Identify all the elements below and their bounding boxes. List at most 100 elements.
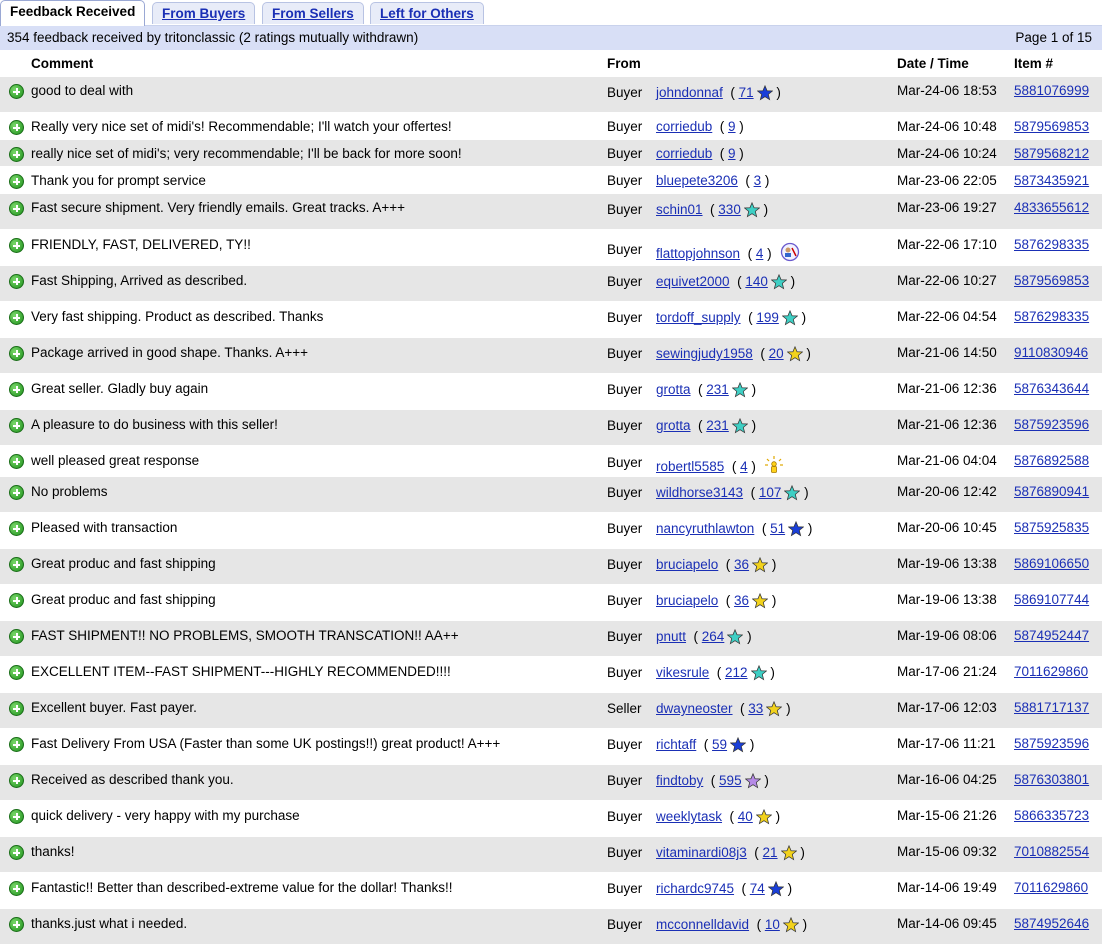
item-number-link[interactable]: 9110830946 (1014, 345, 1088, 360)
feedback-score-link[interactable]: 199 (756, 310, 779, 325)
feedback-star-icon[interactable] (744, 773, 761, 789)
feedback-star-icon[interactable] (743, 202, 760, 218)
feedback-star-icon[interactable] (731, 382, 748, 398)
tab-from-buyers[interactable]: From Buyers (152, 2, 256, 24)
user-link[interactable]: wildhorse3143 (656, 485, 743, 500)
item-number-link[interactable]: 5876343644 (1014, 381, 1089, 396)
feedback-score-link[interactable]: 231 (706, 418, 729, 433)
user-link[interactable]: equivet2000 (656, 274, 730, 289)
user-link[interactable]: grotta (656, 382, 691, 397)
item-number-link[interactable]: 5875923596 (1014, 417, 1089, 432)
feedback-score-link[interactable]: 330 (718, 202, 741, 217)
feedback-star-icon[interactable] (756, 85, 773, 101)
feedback-star-icon[interactable] (770, 274, 787, 290)
feedback-star-icon[interactable] (752, 557, 769, 573)
item-number-link[interactable]: 5875925835 (1014, 520, 1089, 535)
id-icon[interactable] (780, 242, 800, 262)
item-number-link[interactable]: 7011629860 (1014, 664, 1088, 679)
item-number-link[interactable]: 5881076999 (1014, 83, 1089, 98)
item-number-link[interactable]: 5869106650 (1014, 556, 1089, 571)
item-number-link[interactable]: 7011629860 (1014, 880, 1088, 895)
feedback-score-link[interactable]: 74 (750, 881, 765, 896)
item-number-link[interactable]: 5869107744 (1014, 592, 1089, 607)
feedback-score-link[interactable]: 212 (725, 665, 748, 680)
feedback-score-link[interactable]: 71 (739, 85, 754, 100)
user-link[interactable]: vikesrule (656, 665, 709, 680)
item-number-link[interactable]: 5876298335 (1014, 309, 1089, 324)
item-number-link[interactable]: 5874952447 (1014, 628, 1089, 643)
feedback-star-icon[interactable] (788, 521, 805, 537)
tab-feedback-received[interactable]: Feedback Received (0, 0, 146, 26)
feedback-score-link[interactable]: 20 (769, 346, 784, 361)
feedback-score-link[interactable]: 107 (759, 485, 782, 500)
feedback-star-icon[interactable] (731, 418, 748, 434)
feedback-star-icon[interactable] (766, 701, 783, 717)
feedback-score-link[interactable]: 40 (738, 809, 753, 824)
feedback-star-icon[interactable] (781, 310, 798, 326)
user-link[interactable]: richardc9745 (656, 881, 734, 896)
feedback-star-icon[interactable] (782, 917, 799, 933)
feedback-score-link[interactable]: 36 (734, 593, 749, 608)
user-link[interactable]: sewingjudy1958 (656, 346, 753, 361)
item-number-link[interactable]: 5879569853 (1014, 273, 1089, 288)
feedback-score-link[interactable]: 595 (719, 773, 742, 788)
item-number-link[interactable]: 5876298335 (1014, 237, 1089, 252)
item-number-link[interactable]: 5879569853 (1014, 119, 1089, 134)
feedback-score-link[interactable]: 51 (770, 521, 785, 536)
feedback-star-icon[interactable] (755, 809, 772, 825)
feedback-score-link[interactable]: 21 (763, 845, 778, 860)
user-link[interactable]: dwayneoster (656, 701, 733, 716)
item-number-link[interactable]: 7010882554 (1014, 844, 1089, 859)
user-link[interactable]: vitaminardi08j3 (656, 845, 747, 860)
feedback-star-icon[interactable] (727, 629, 744, 645)
item-number-link[interactable]: 5866335723 (1014, 808, 1089, 823)
user-link[interactable]: mcconnelldavid (656, 917, 749, 932)
user-link[interactable]: findtoby (656, 773, 703, 788)
tab-left-for-others[interactable]: Left for Others (370, 2, 484, 24)
feedback-star-icon[interactable] (752, 593, 769, 609)
tab-from-sellers[interactable]: From Sellers (262, 2, 364, 24)
feedback-star-icon[interactable] (750, 665, 767, 681)
user-link[interactable]: richtaff (656, 737, 696, 752)
feedback-score-link[interactable]: 59 (712, 737, 727, 752)
new-user-icon[interactable] (764, 455, 784, 475)
feedback-score-link[interactable]: 264 (702, 629, 725, 644)
user-link[interactable]: corriedub (656, 119, 712, 134)
feedback-score-link[interactable]: 9 (728, 146, 736, 161)
user-link[interactable]: grotta (656, 418, 691, 433)
item-number-link[interactable]: 4833655612 (1014, 200, 1089, 215)
feedback-star-icon[interactable] (784, 485, 801, 501)
item-number-link[interactable]: 5874952646 (1014, 916, 1089, 931)
user-link[interactable]: corriedub (656, 146, 712, 161)
feedback-score-link[interactable]: 9 (728, 119, 736, 134)
feedback-score-link[interactable]: 140 (745, 274, 768, 289)
user-link[interactable]: bruciapelo (656, 557, 718, 572)
feedback-star-icon[interactable] (730, 737, 747, 753)
user-link[interactable]: weeklytask (656, 809, 722, 824)
item-number-link[interactable]: 5875923596 (1014, 736, 1089, 751)
user-link[interactable]: johndonnaf (656, 85, 723, 100)
user-link[interactable]: flattopjohnson (656, 246, 740, 261)
feedback-score-link[interactable]: 4 (740, 459, 748, 474)
feedback-score-link[interactable]: 10 (765, 917, 780, 932)
feedback-score-link[interactable]: 3 (754, 173, 762, 188)
user-link[interactable]: bluepete3206 (656, 173, 738, 188)
feedback-score-link[interactable]: 33 (748, 701, 763, 716)
user-link[interactable]: bruciapelo (656, 593, 718, 608)
feedback-score-link[interactable]: 36 (734, 557, 749, 572)
user-link[interactable]: tordoff_supply (656, 310, 741, 325)
item-number-link[interactable]: 5876303801 (1014, 772, 1089, 787)
feedback-star-icon[interactable] (767, 881, 784, 897)
user-link[interactable]: pnutt (656, 629, 686, 644)
feedback-star-icon[interactable] (780, 845, 797, 861)
item-number-link[interactable]: 5876892588 (1014, 453, 1089, 468)
user-link[interactable]: schin01 (656, 202, 703, 217)
user-link[interactable]: nancyruthlawton (656, 521, 754, 536)
user-link[interactable]: robertl5585 (656, 459, 724, 474)
feedback-star-icon[interactable] (786, 346, 803, 362)
item-number-link[interactable]: 5881717137 (1014, 700, 1089, 715)
item-number-link[interactable]: 5879568212 (1014, 146, 1089, 161)
item-number-link[interactable]: 5876890941 (1014, 484, 1089, 499)
feedback-score-link[interactable]: 231 (706, 382, 729, 397)
item-number-link[interactable]: 5873435921 (1014, 173, 1089, 188)
